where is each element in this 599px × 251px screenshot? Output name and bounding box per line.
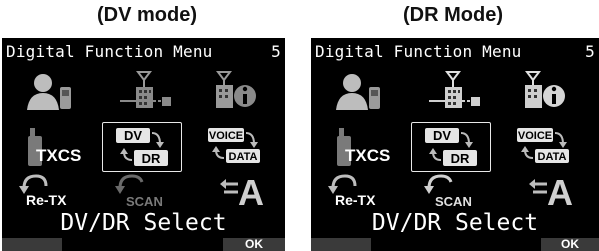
dv-label: DV bbox=[433, 128, 451, 143]
menu-item-contact[interactable] bbox=[319, 66, 407, 122]
re-tx-label: Re-TX bbox=[26, 192, 67, 208]
repeater-network-icon bbox=[429, 71, 480, 108]
menu-page-number: 5 bbox=[585, 42, 595, 61]
scan-label: SCAN bbox=[126, 194, 163, 209]
re-tx-label: Re-TX bbox=[335, 192, 376, 208]
dv-dr-toggle-icon: DV DR bbox=[116, 128, 168, 166]
screen-dr-mode: Digital Function Menu 5 TXCS DV DR VOICE… bbox=[311, 38, 599, 251]
data-label: DATA bbox=[538, 151, 567, 163]
person-phone-icon bbox=[27, 74, 71, 110]
soft-key-bar: OK bbox=[2, 238, 285, 251]
caption-dv-mode: (DV mode) bbox=[97, 4, 197, 26]
menu-item-repeater-info[interactable] bbox=[190, 66, 278, 122]
menu-item-repeater-info[interactable] bbox=[499, 66, 587, 122]
txcs-label: TXCS bbox=[36, 146, 82, 165]
menu-item-repeater-link[interactable] bbox=[409, 66, 497, 122]
soft-key-left[interactable] bbox=[2, 238, 62, 251]
txcs-label: TXCS bbox=[345, 146, 391, 165]
dr-label: DR bbox=[142, 151, 161, 166]
soft-key-left[interactable] bbox=[311, 238, 371, 251]
voice-label: VOICE bbox=[518, 130, 552, 142]
menu-title: Digital Function Menu bbox=[6, 42, 213, 61]
menu-item-contact[interactable] bbox=[10, 66, 98, 122]
scan-label: SCAN bbox=[435, 194, 472, 209]
menu-item-dv-dr-select[interactable]: DV DR bbox=[102, 122, 182, 172]
menu-item-repeater-link[interactable] bbox=[100, 66, 188, 122]
menu-header: Digital Function Menu 5 bbox=[315, 42, 595, 62]
repeater-info-icon bbox=[216, 71, 256, 108]
dv-label: DV bbox=[124, 128, 142, 143]
menu-header: Digital Function Menu 5 bbox=[6, 42, 281, 62]
a-label: A bbox=[238, 172, 264, 213]
screen-dv-mode: Digital Function Menu 5 TXCS DV DR VOICE… bbox=[2, 38, 285, 251]
ok-button[interactable]: OK bbox=[541, 238, 599, 251]
menu-title: Digital Function Menu bbox=[315, 42, 522, 61]
voice-label: VOICE bbox=[209, 130, 243, 142]
menu-page-number: 5 bbox=[271, 42, 281, 61]
selected-item-label: DV/DR Select bbox=[371, 210, 539, 236]
repeater-network-icon bbox=[120, 71, 171, 108]
dv-dr-toggle-icon: DV DR bbox=[425, 128, 477, 166]
dr-label: DR bbox=[451, 151, 470, 166]
ok-button[interactable]: OK bbox=[223, 238, 285, 251]
menu-item-dv-dr-select[interactable]: DV DR bbox=[411, 122, 491, 172]
selected-item-label: DV/DR Select bbox=[60, 210, 227, 236]
person-phone-icon bbox=[336, 74, 380, 110]
a-label: A bbox=[547, 172, 573, 213]
caption-dr-mode: (DR Mode) bbox=[403, 4, 503, 26]
repeater-info-icon bbox=[525, 71, 565, 108]
soft-key-bar: OK bbox=[311, 238, 599, 251]
data-label: DATA bbox=[229, 151, 258, 163]
